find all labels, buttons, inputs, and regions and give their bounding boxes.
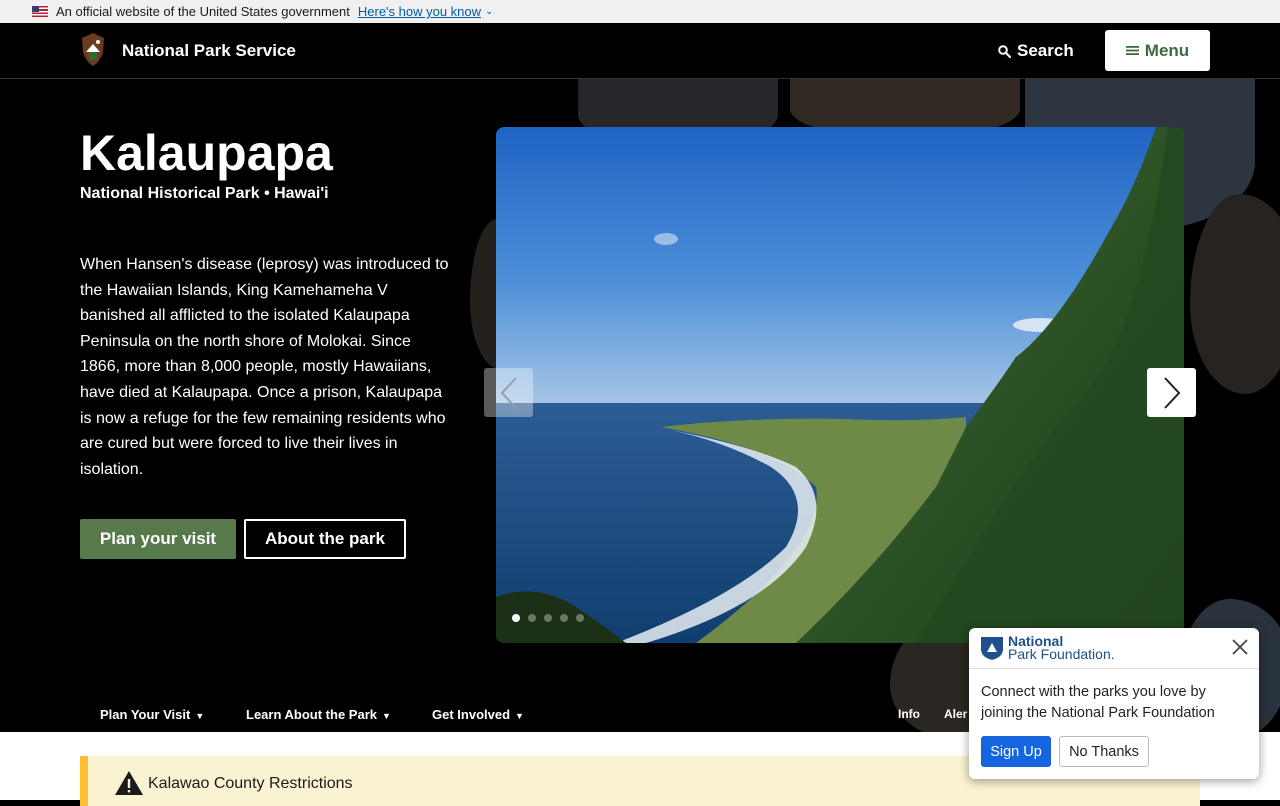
close-icon[interactable] xyxy=(1231,638,1249,656)
caret-down-icon: ▼ xyxy=(381,711,391,721)
subnav-label: Learn About the Park xyxy=(246,707,377,722)
no-thanks-button[interactable]: No Thanks xyxy=(1059,736,1149,767)
carousel-dots xyxy=(512,614,584,622)
npf-shield-icon xyxy=(981,637,1003,660)
hero-photo xyxy=(496,127,1184,643)
popup-message: Connect with the parks you love by joini… xyxy=(981,684,1215,721)
subnav-learn-about-the-park[interactable]: Learn About the Park ▼ xyxy=(246,707,391,722)
nps-arrowhead-logo[interactable] xyxy=(80,32,106,67)
npf-signup-popup: National Park Foundation. Connect with t… xyxy=(969,628,1259,779)
popup-divider xyxy=(969,668,1259,669)
npf-logo-line2: Park Foundation. xyxy=(1008,646,1115,662)
subnav-plan-your-visit[interactable]: Plan Your Visit ▼ xyxy=(100,707,204,722)
park-subtitle: National Historical Park • Hawai'i xyxy=(80,185,329,202)
site-header: National Park Service Search Menu xyxy=(0,23,1280,79)
about-the-park-button[interactable]: About the park xyxy=(244,519,406,559)
npf-logo: National Park Foundation. xyxy=(980,634,1115,662)
warning-icon xyxy=(115,771,143,795)
alert-text: Kalawao County Restrictions xyxy=(148,775,353,792)
decorative-blob xyxy=(1190,194,1280,394)
gov-banner-text: An official website of the United States… xyxy=(56,4,350,19)
gov-banner: An official website of the United States… xyxy=(0,0,1280,23)
park-description: When Hansen's disease (leprosy) was intr… xyxy=(80,256,449,478)
hamburger-icon xyxy=(1125,46,1139,55)
plan-your-visit-button[interactable]: Plan your visit xyxy=(80,519,236,559)
carousel-dot[interactable] xyxy=(576,614,584,622)
menu-button[interactable]: Menu xyxy=(1105,30,1210,71)
carousel-next-button[interactable] xyxy=(1147,368,1196,417)
sign-up-button[interactable]: Sign Up xyxy=(981,736,1051,767)
menu-label: Menu xyxy=(1144,40,1190,60)
subnav-label: Plan Your Visit xyxy=(100,707,191,722)
carousel-dot[interactable] xyxy=(544,614,552,622)
us-flag-icon xyxy=(32,6,48,17)
subnav-get-involved[interactable]: Get Involved ▼ xyxy=(432,707,524,722)
carousel-dot[interactable] xyxy=(512,614,520,622)
chevron-left-icon xyxy=(500,376,517,409)
carousel-dot[interactable] xyxy=(528,614,536,622)
chevron-right-icon xyxy=(1163,376,1180,409)
caret-down-icon: ▼ xyxy=(515,711,524,721)
heres-how-you-know-link[interactable]: Here's how you know xyxy=(358,4,481,19)
subnav-info[interactable]: Info xyxy=(898,707,920,721)
park-title: Kalaupapa xyxy=(80,125,333,181)
subnav-alerts[interactable]: Aler xyxy=(944,707,967,721)
search-button[interactable]: Search xyxy=(998,41,1074,61)
carousel-prev-button[interactable] xyxy=(484,368,533,417)
caret-down-icon: ▼ xyxy=(195,711,205,721)
search-label: Search xyxy=(1017,41,1074,60)
subnav-label: Get Involved xyxy=(432,707,511,722)
site-brand[interactable]: National Park Service xyxy=(122,41,296,61)
chevron-down-icon[interactable]: ⌄ xyxy=(485,6,493,17)
search-icon xyxy=(998,44,1011,58)
carousel-dot[interactable] xyxy=(560,614,568,622)
